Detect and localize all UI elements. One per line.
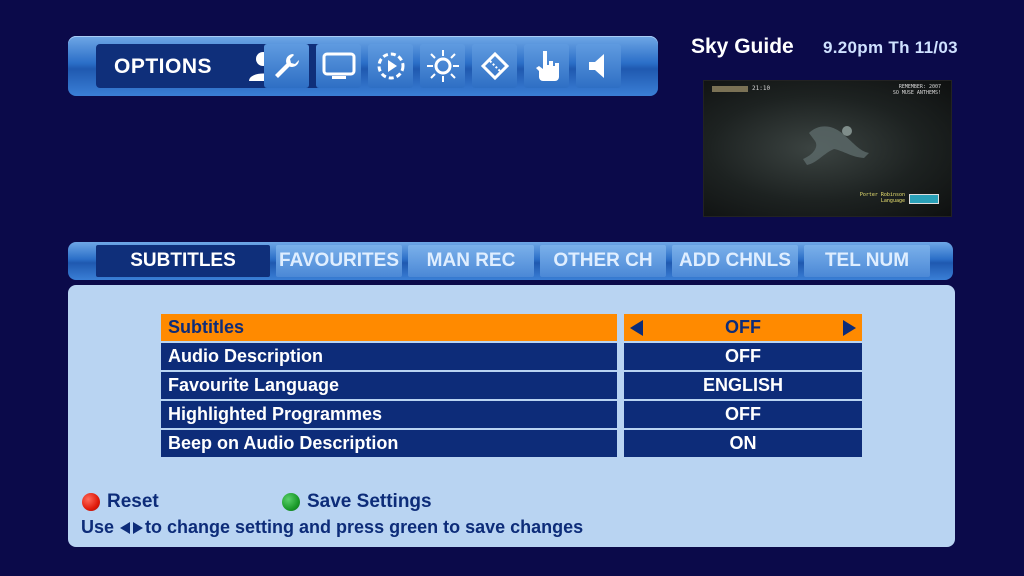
tab-tel-num[interactable]: TEL NUM <box>804 245 930 277</box>
setting-value-beep-audio-description[interactable]: ON <box>624 430 862 457</box>
sun-icon[interactable] <box>420 44 465 88</box>
instruction-hint: Use to change setting and press green to … <box>81 517 584 537</box>
hand-pointer-icon[interactable] <box>524 44 569 88</box>
reset-label[interactable]: Reset <box>107 491 159 513</box>
right-arrow-icon <box>133 522 144 535</box>
setting-label-favourite-language[interactable]: Favourite Language <box>161 372 617 399</box>
options-label: OPTIONS <box>114 55 213 78</box>
preview-hud-right: REMEMBER: 2007 SO MUSE ANTHEMS! <box>892 84 941 96</box>
channel-logo <box>909 194 939 204</box>
dial-icon[interactable] <box>368 44 413 88</box>
green-button-icon[interactable] <box>282 493 300 511</box>
setting-value-subtitles[interactable]: OFF <box>624 314 862 341</box>
tab-subtitles[interactable]: SUBTITLES <box>96 245 270 277</box>
tab-favourites[interactable]: FAVOURITES <box>276 245 402 277</box>
speaker-icon[interactable] <box>576 44 621 88</box>
setting-value-audio-description[interactable]: OFF <box>624 343 862 370</box>
guide-title: Sky Guide <box>691 35 794 58</box>
left-arrow-icon[interactable] <box>630 320 643 336</box>
tab-man-rec[interactable]: MAN REC <box>408 245 534 277</box>
setting-label-highlighted-programmes[interactable]: Highlighted Programmes <box>161 401 617 428</box>
red-button-icon[interactable] <box>82 493 100 511</box>
settings-panel: Subtitles OFF Audio Description OFF Favo… <box>68 285 955 547</box>
datetime: 9.20pm Th 11/03 <box>823 38 958 57</box>
wrench-icon[interactable] <box>264 44 309 88</box>
tv-icon[interactable] <box>316 44 361 88</box>
options-toolbar: OPTIONS <box>68 36 658 96</box>
setting-value-favourite-language[interactable]: ENGLISH <box>624 372 862 399</box>
preview-hud-left: 21:10 <box>712 85 770 92</box>
setting-label-beep-audio-description[interactable]: Beep on Audio Description <box>161 430 617 457</box>
tab-other-ch[interactable]: OTHER CH <box>540 245 666 277</box>
preview-figure <box>803 126 869 165</box>
setting-label-audio-description[interactable]: Audio Description <box>161 343 617 370</box>
left-arrow-icon <box>120 522 131 535</box>
tv-preview: 21:10 REMEMBER: 2007 SO MUSE ANTHEMS! Po… <box>703 80 952 217</box>
ticket-icon[interactable] <box>472 44 517 88</box>
save-settings-label[interactable]: Save Settings <box>307 491 432 513</box>
tab-bar: SUBTITLES FAVOURITES MAN REC OTHER CH AD… <box>68 242 953 280</box>
right-arrow-icon[interactable] <box>843 320 856 336</box>
setting-value-highlighted-programmes[interactable]: OFF <box>624 401 862 428</box>
tab-add-chnls[interactable]: ADD CHNLS <box>672 245 798 277</box>
setting-value-text: OFF <box>725 317 761 337</box>
setting-label-subtitles[interactable]: Subtitles <box>161 314 617 341</box>
preview-hud-bottom: Porter Robinson Language <box>859 192 905 204</box>
